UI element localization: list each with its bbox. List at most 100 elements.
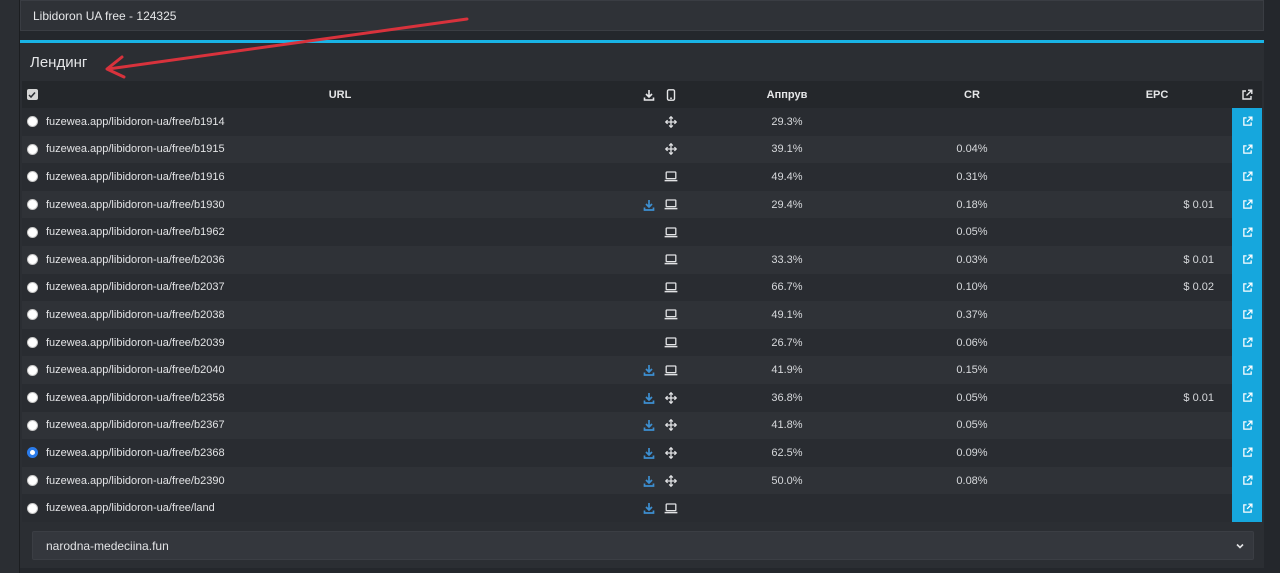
laptop-icon [660,282,682,293]
row-approve: 50.0% [771,474,803,487]
row-radio-cell [22,281,42,293]
row-radio[interactable] [26,171,38,183]
table-row[interactable]: fuzewea.app/libidoron-ua/free/b2368 62.5%… [22,439,1262,467]
table-row[interactable]: fuzewea.app/libidoron-ua/free/b2040 41.9%… [22,356,1262,384]
table-row[interactable]: fuzewea.app/libidoron-ua/free/b2358 36.8%… [22,383,1262,412]
open-link-button[interactable] [1232,190,1262,219]
download-icon [638,89,660,101]
open-link-button[interactable] [1232,328,1262,357]
row-approve: 26.7% [771,336,803,349]
row-url: fuzewea.app/libidoron-ua/free/land [46,502,215,515]
table-row[interactable]: fuzewea.app/libidoron-ua/free/b1914 29.3% [22,108,1262,136]
panel-title: Лендинг [30,54,88,71]
download-icon[interactable] [638,447,660,459]
row-url: fuzewea.app/libidoron-ua/free/b2036 [46,253,225,266]
open-link-button[interactable] [1232,411,1262,440]
row-url: fuzewea.app/libidoron-ua/free/b1930 [46,198,225,211]
domain-select-value: narodna-medeciina.fun [46,538,169,553]
row-radio-cell [22,116,42,128]
laptop-icon [660,309,682,320]
external-link-icon [1242,503,1253,514]
row-cr: 0.05% [956,419,988,432]
download-icon[interactable] [638,199,660,211]
open-link-button[interactable] [1232,301,1262,329]
column-header-url[interactable]: URL [42,89,638,101]
row-cr: 0.03% [956,253,988,266]
row-epc: $ 0.02 [1183,281,1214,294]
table-row[interactable]: fuzewea.app/libidoron-ua/free/b2038 49.1%… [22,301,1262,329]
column-header-epc[interactable]: EPC [1052,89,1262,101]
open-link-button[interactable] [1232,356,1262,384]
chevron-down-icon [1235,541,1245,551]
table-body: fuzewea.app/libidoron-ua/free/b1914 29.3%… [22,108,1262,522]
move-icon [660,143,682,156]
domain-select[interactable]: narodna-medeciina.fun [32,531,1254,560]
external-link-icon [1242,254,1253,265]
row-approve: 41.9% [771,364,803,377]
row-url: fuzewea.app/libidoron-ua/free/b1915 [46,143,225,156]
download-icon[interactable] [638,364,660,376]
row-radio[interactable] [26,254,38,266]
open-link-button[interactable] [1232,245,1262,274]
landing-table: URL Аппрув CR EPC fuzewea.app/libidoron-… [22,81,1262,522]
row-epc: $ 0.01 [1183,253,1214,266]
row-url: fuzewea.app/libidoron-ua/free/b2039 [46,336,225,349]
download-icon[interactable] [638,392,660,404]
open-link-button[interactable] [1232,494,1262,522]
download-icon[interactable] [638,502,660,514]
row-radio[interactable] [26,447,38,459]
row-radio[interactable] [26,364,38,376]
laptop-icon [660,227,682,238]
table-row[interactable]: fuzewea.app/libidoron-ua/free/b2390 50.0%… [22,466,1262,495]
row-epc: $ 0.01 [1183,198,1214,211]
row-radio[interactable] [26,116,38,128]
row-radio[interactable] [26,502,38,514]
row-radio[interactable] [26,143,38,155]
row-radio-cell [22,337,42,349]
download-icon[interactable] [638,419,660,432]
row-radio[interactable] [26,281,38,293]
external-link-icon [1242,227,1253,238]
open-link-button[interactable] [1232,163,1262,191]
external-link-icon [1242,282,1253,293]
open-link-button[interactable] [1232,383,1262,412]
row-url: fuzewea.app/libidoron-ua/free/b1916 [46,170,225,183]
column-header-cr[interactable]: CR [892,89,1052,101]
open-link-button[interactable] [1232,273,1262,302]
row-radio[interactable] [26,199,38,211]
select-all-checkbox[interactable] [22,89,42,100]
table-row[interactable]: fuzewea.app/libidoron-ua/free/land [22,494,1262,522]
table-row[interactable]: fuzewea.app/libidoron-ua/free/b1916 49.4%… [22,163,1262,191]
row-url: fuzewea.app/libidoron-ua/free/b2367 [46,419,225,432]
row-radio[interactable] [26,475,38,487]
table-row[interactable]: fuzewea.app/libidoron-ua/free/b1962 0.05% [22,218,1262,246]
row-radio-cell [22,502,42,514]
row-radio[interactable] [26,309,38,321]
open-link-button[interactable] [1232,108,1262,136]
table-row[interactable]: fuzewea.app/libidoron-ua/free/b1930 29.4%… [22,190,1262,219]
column-header-approve[interactable]: Аппрув [682,89,892,101]
table-header: URL Аппрув CR EPC [22,81,1262,108]
open-link-button[interactable] [1232,439,1262,467]
open-link-button[interactable] [1232,466,1262,495]
download-icon[interactable] [638,475,660,487]
row-cr: 0.06% [956,336,988,349]
row-radio[interactable] [26,226,38,238]
table-row[interactable]: fuzewea.app/libidoron-ua/free/b2036 33.3%… [22,245,1262,274]
open-link-button[interactable] [1232,218,1262,246]
row-radio[interactable] [26,419,38,431]
table-row[interactable]: fuzewea.app/libidoron-ua/free/b2039 26.7%… [22,328,1262,357]
table-row[interactable]: fuzewea.app/libidoron-ua/free/b1915 39.1%… [22,135,1262,164]
row-radio[interactable] [26,337,38,349]
external-link-icon [1242,171,1253,182]
laptop-icon [660,364,682,376]
row-radio-cell [22,309,42,321]
checkbox-checked-icon [26,89,38,100]
table-row[interactable]: fuzewea.app/libidoron-ua/free/b2367 41.8%… [22,411,1262,440]
open-link-button[interactable] [1232,135,1262,164]
row-radio-cell [22,475,42,487]
row-radio[interactable] [26,392,38,404]
table-row[interactable]: fuzewea.app/libidoron-ua/free/b2037 66.7%… [22,273,1262,302]
external-link-icon [1242,199,1253,210]
row-approve: 29.4% [771,198,803,211]
